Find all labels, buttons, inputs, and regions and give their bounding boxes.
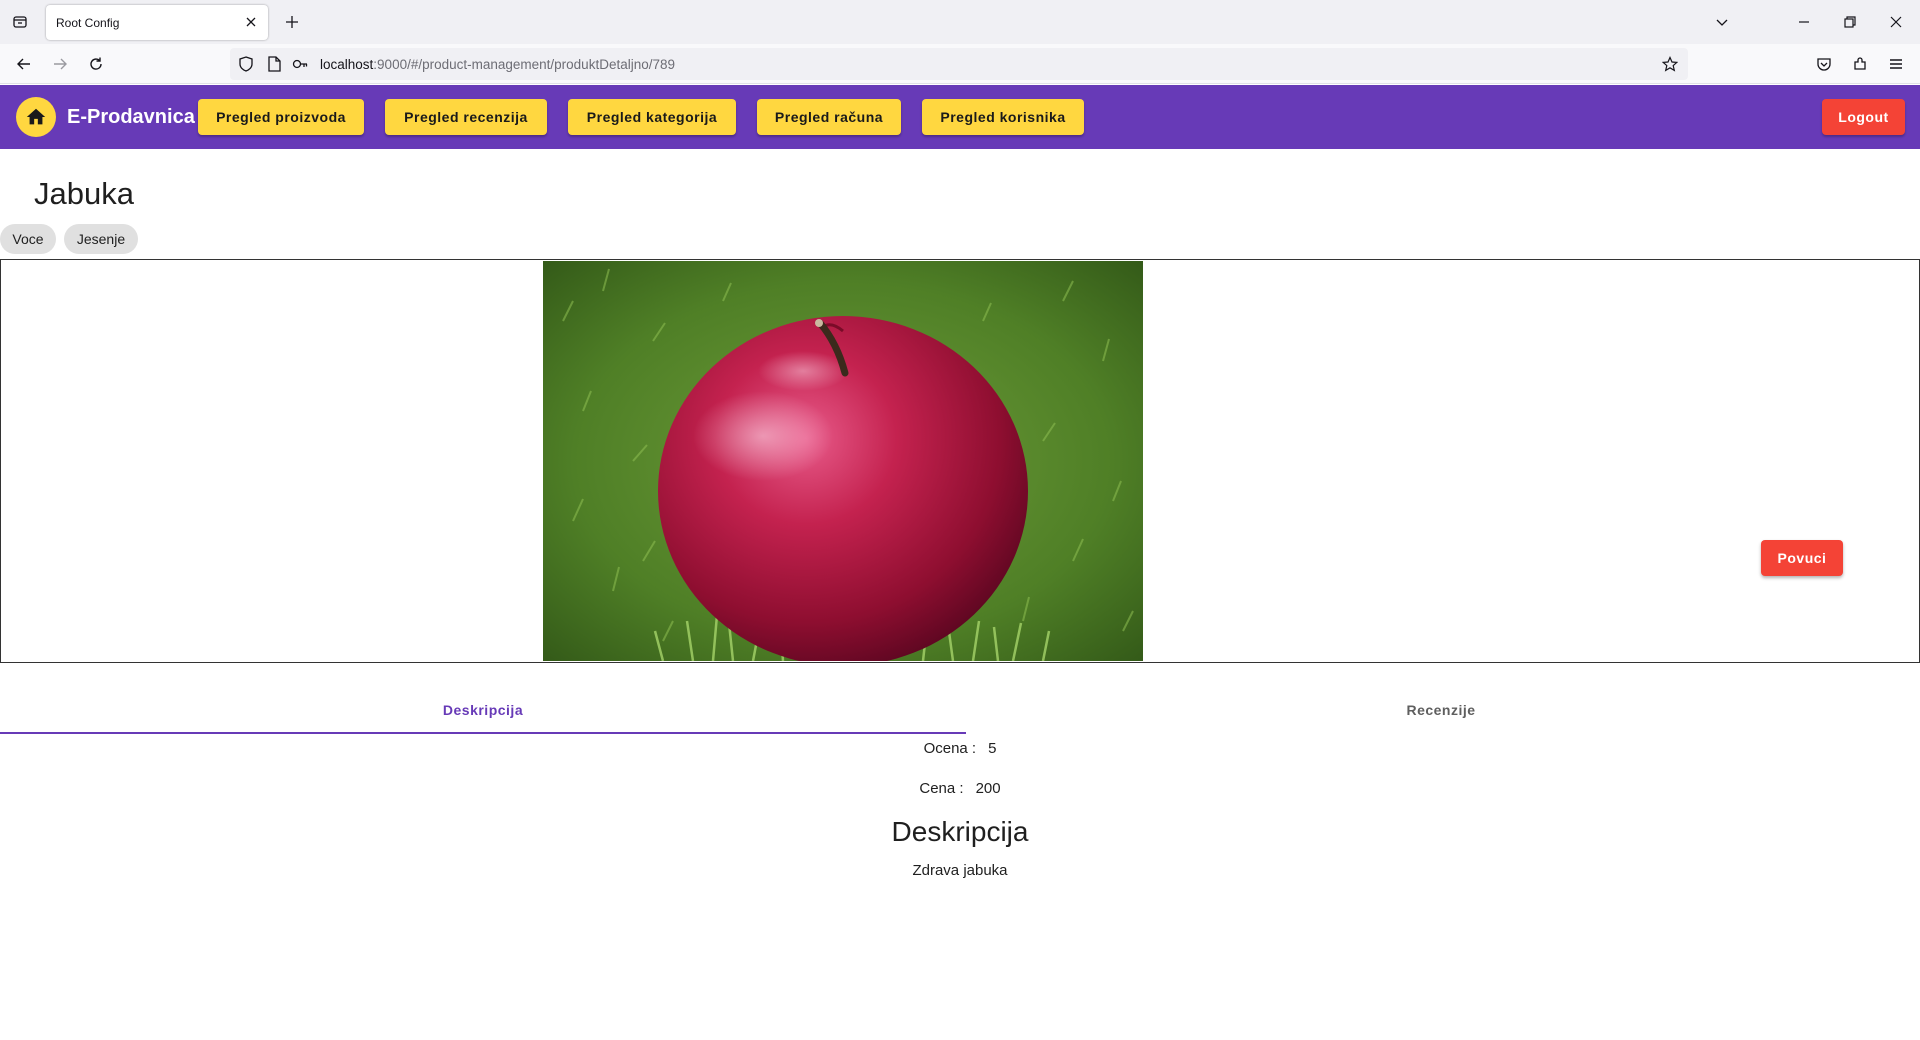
product-image (543, 261, 1143, 661)
close-window-icon[interactable] (1884, 10, 1908, 34)
menu-icon[interactable] (1884, 52, 1908, 76)
tab-recenzije[interactable]: Recenzije (958, 686, 1920, 734)
nav-pregled-korisnika[interactable]: Pregled korisnika (922, 99, 1084, 135)
price-row: Cena : 200 (0, 780, 1920, 797)
rating-label: Ocena : (923, 740, 977, 757)
home-icon (26, 108, 46, 125)
reload-icon[interactable] (84, 52, 108, 76)
tab-list-icon[interactable] (8, 10, 32, 34)
plus-icon[interactable] (280, 10, 304, 34)
app-brand[interactable]: E-Prodavnica (67, 106, 195, 129)
nav-pregled-recenzija[interactable]: Pregled recenzija (385, 99, 547, 135)
rating-row: Ocena : 5 (0, 740, 1920, 757)
pocket-icon[interactable] (1812, 52, 1836, 76)
nav-pregled-racuna[interactable]: Pregled računa (757, 99, 901, 135)
description-heading: Deskripcija (891, 816, 1029, 847)
extensions-icon[interactable] (1848, 52, 1872, 76)
tag-chip[interactable]: Voce (0, 224, 56, 254)
url-host: localhost (320, 57, 374, 72)
product-image-card: Povuci (0, 259, 1920, 663)
chevron-down-icon[interactable] (1710, 10, 1734, 34)
logout-button[interactable]: Logout (1822, 99, 1905, 135)
forward-icon[interactable] (48, 52, 72, 76)
key-icon[interactable] (292, 56, 308, 72)
restore-icon[interactable] (1838, 10, 1862, 34)
app-toolbar: E-Prodavnica Pregled proizvoda Pregled r… (0, 85, 1920, 149)
price-value: 200 (975, 780, 1001, 797)
url-path: :9000/#/product-management/produktDetalj… (373, 57, 675, 72)
tag-chip[interactable]: Jesenje (64, 224, 138, 254)
product-tabs: Deskripcija Recenzije (0, 686, 1920, 734)
rating-value: 5 (988, 740, 997, 757)
browser-tab-title: Root Config (56, 16, 120, 30)
minimize-icon[interactable] (1792, 10, 1816, 34)
nav-pregled-proizvoda[interactable]: Pregled proizvoda (198, 99, 364, 135)
price-label: Cena : (919, 780, 964, 797)
url-bar[interactable]: localhost:9000/#/product-management/prod… (230, 48, 1688, 80)
active-tab-indicator (0, 732, 966, 734)
star-icon[interactable] (1660, 54, 1680, 74)
home-button[interactable] (16, 97, 56, 137)
browser-nav-bar: localhost:9000/#/product-management/prod… (0, 44, 1920, 84)
url-text[interactable]: localhost:9000/#/product-management/prod… (320, 57, 675, 72)
nav-pregled-kategorija[interactable]: Pregled kategorija (568, 99, 736, 135)
povuci-button[interactable]: Povuci (1761, 540, 1843, 576)
product-title: Jabuka (34, 176, 134, 211)
browser-tab-strip: Root Config (0, 0, 1920, 44)
tab-deskripcija[interactable]: Deskripcija (0, 686, 966, 734)
browser-tab[interactable]: Root Config (46, 5, 268, 40)
description-text: Zdrava jabuka (912, 862, 1008, 879)
close-icon[interactable] (242, 13, 260, 31)
back-icon[interactable] (12, 52, 36, 76)
shield-icon[interactable] (238, 56, 254, 72)
page-icon[interactable] (266, 56, 282, 72)
